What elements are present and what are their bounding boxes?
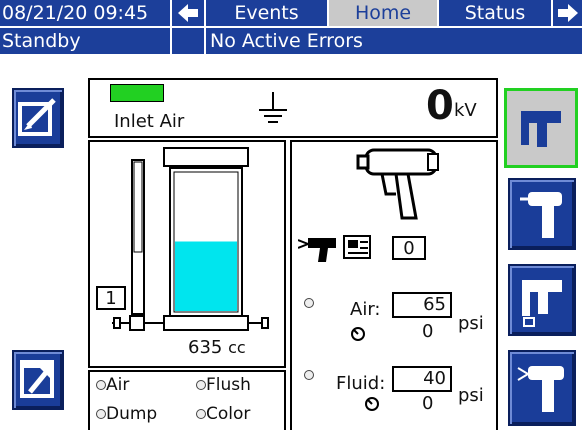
gun-holster-button[interactable] (508, 264, 576, 336)
air-unit: psi (458, 313, 484, 334)
gun-spray-button[interactable] (508, 350, 576, 426)
fluid-setpoint-input[interactable]: 40 (392, 366, 452, 392)
prev-tab-button[interactable] (172, 0, 204, 26)
edit-icon (18, 98, 56, 136)
air-setpoint-input[interactable]: 65 (392, 292, 452, 318)
valve-dump: Dump (96, 404, 157, 424)
spray-icon (517, 366, 564, 412)
tab-events[interactable]: Events (206, 0, 327, 26)
fluid-actual: 0 (422, 393, 434, 414)
status-panel: Inlet Air 0 kV (88, 78, 498, 138)
valve-color-led (196, 409, 206, 419)
reservoir-fluid (175, 241, 237, 311)
valve-panel: Air Flush Dump Color (88, 370, 286, 430)
tab-events-label: Events (234, 2, 299, 24)
valve-air-led (96, 380, 106, 390)
inlet-air-indicator (110, 84, 164, 102)
inlet-air-label: Inlet Air (114, 111, 185, 132)
gun-count: 0 (392, 236, 426, 260)
gun-count-icon (298, 235, 371, 262)
tab-status-label: Status (464, 2, 526, 24)
error-status: No Active Errors (206, 28, 582, 54)
spray-gun-holster-icon (521, 111, 561, 147)
mode-status: Standby (0, 28, 170, 54)
datetime-text: 08/21/20 09:45 (2, 2, 149, 24)
air-led (304, 298, 314, 308)
reservoir-diagram (112, 147, 269, 331)
import-button[interactable] (12, 350, 64, 410)
valve-air-label: Air (106, 375, 130, 395)
import-icon (20, 360, 54, 398)
gauge-icon (351, 327, 365, 341)
voltage-value: 0 (426, 83, 454, 129)
gauge-icon (365, 397, 379, 411)
valve-color: Color (196, 404, 250, 424)
spray-gun-icon (356, 148, 439, 220)
voltage-unit: kV (454, 100, 477, 121)
tab-home-label: Home (354, 2, 412, 24)
arrow-right-icon (557, 4, 578, 22)
air-label: Air: (350, 299, 381, 320)
air-actual: 0 (422, 321, 434, 342)
valve-flush: Flush (196, 375, 251, 395)
valve-color-label: Color (206, 404, 251, 424)
valve-dump-led (96, 409, 106, 419)
reservoir-volume: 635 cc (188, 338, 246, 358)
valve-flush-led (196, 380, 206, 390)
fluid-label: Fluid: (336, 373, 386, 394)
ground-icon (259, 92, 287, 123)
reservoir-volume-value: 635 (188, 337, 223, 358)
next-tab-button[interactable] (553, 0, 582, 26)
valve-dump-label: Dump (106, 404, 158, 424)
tab-status[interactable]: Status (439, 0, 551, 26)
tab-home[interactable]: Home (329, 0, 437, 26)
edit-button[interactable] (12, 88, 64, 148)
reservoir-index: 1 (96, 286, 126, 310)
gun-mode-button-selected[interactable] (504, 88, 578, 168)
valve-air: Air (96, 375, 129, 395)
gun-panel: 0 Air: 65 0 psi Fluid: 40 0 psi (290, 140, 498, 430)
valve-flush-label: Flush (206, 375, 251, 395)
status-spacer (172, 28, 204, 54)
holster-icon (522, 280, 562, 327)
mode-text: Standby (2, 30, 81, 52)
reservoir-panel: 1 635 cc (88, 140, 286, 368)
errors-text: No Active Errors (210, 30, 363, 52)
fluid-unit: psi (458, 385, 484, 406)
datetime: 08/21/20 09:45 (0, 0, 170, 26)
arrow-left-icon (178, 4, 198, 22)
fluid-led (304, 370, 314, 380)
gun-trigger-button[interactable] (508, 178, 576, 250)
reservoir-volume-unit: cc (228, 338, 246, 357)
spray-gun-icon (520, 192, 562, 238)
